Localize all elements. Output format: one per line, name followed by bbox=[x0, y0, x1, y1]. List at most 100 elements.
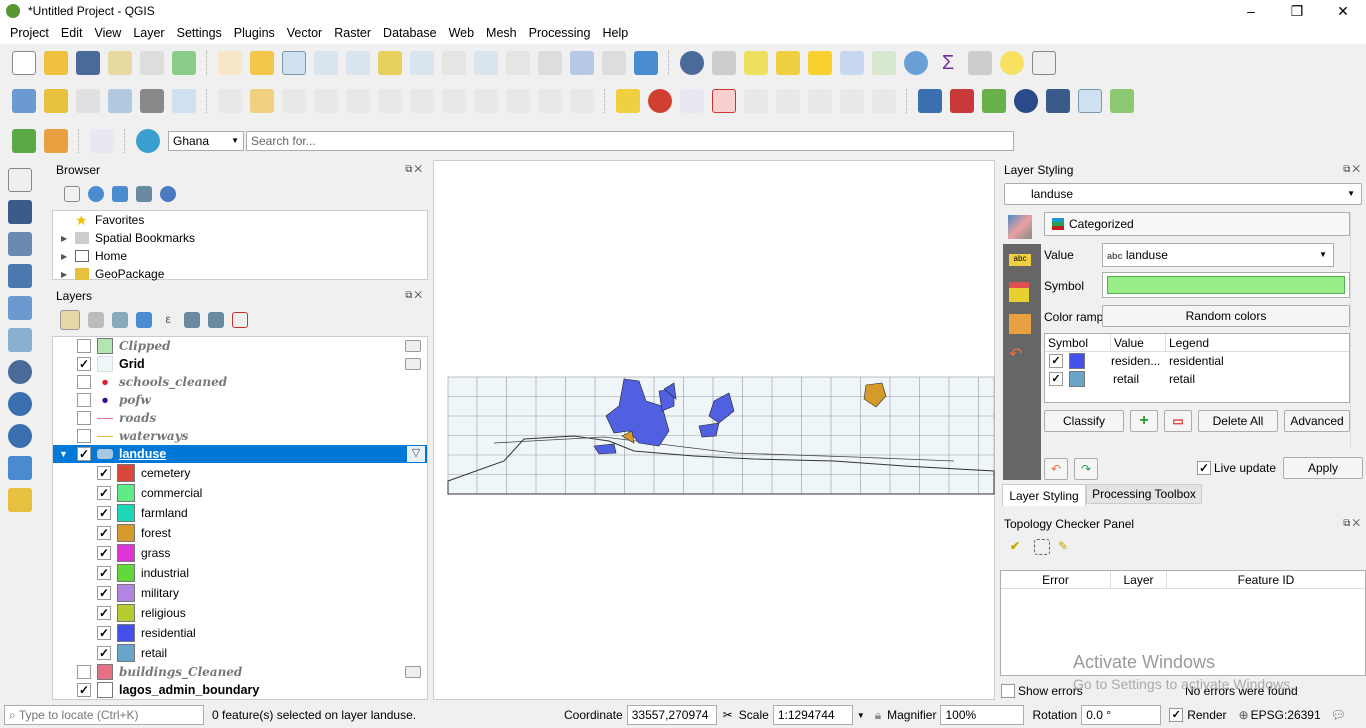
layer-item-schools-cleaned[interactable]: ● schools_cleaned bbox=[53, 373, 427, 391]
crs-button[interactable]: EPSG:26391 bbox=[1251, 708, 1321, 722]
layer-checkbox[interactable]: ✓ bbox=[77, 357, 91, 371]
filter-legend-icon[interactable] bbox=[136, 312, 152, 328]
validate-extent-icon[interactable] bbox=[1034, 539, 1050, 555]
layer-item-grid[interactable]: ✓ Grid bbox=[53, 355, 427, 373]
column-legend[interactable]: Legend bbox=[1166, 334, 1209, 351]
menu-layer[interactable]: Layer bbox=[127, 26, 170, 40]
processing-toolbox-icon[interactable] bbox=[904, 51, 928, 75]
field-calculator-icon[interactable] bbox=[872, 51, 896, 75]
rotation-field[interactable]: 0.0 ° bbox=[1081, 705, 1162, 725]
scale-dropdown-icon[interactable]: ▼ bbox=[857, 711, 865, 720]
delete-selected-icon[interactable] bbox=[410, 89, 434, 113]
symbol-button[interactable] bbox=[1102, 272, 1350, 298]
browser-item-geopackage[interactable]: ▶ GeoPackage bbox=[53, 265, 427, 283]
legend-item-retail[interactable]: ✓ retail bbox=[53, 643, 427, 663]
extents-toggle-icon[interactable]: ✂ bbox=[723, 708, 733, 722]
layer-item-roads[interactable]: roads bbox=[53, 409, 427, 427]
legend-item-forest[interactable]: ✓ forest bbox=[53, 523, 427, 543]
category-checkbox[interactable]: ✓ bbox=[97, 646, 111, 660]
category-checkbox[interactable]: ✓ bbox=[1049, 372, 1063, 386]
category-checkbox[interactable]: ✓ bbox=[97, 506, 111, 520]
validate-all-icon[interactable]: ✔ bbox=[1010, 539, 1026, 555]
delimited-text-icon[interactable] bbox=[8, 264, 32, 288]
python-console-icon[interactable] bbox=[918, 89, 942, 113]
cut-features-icon[interactable] bbox=[442, 89, 466, 113]
locator-input[interactable]: ⌕ Type to locate (Ctrl+K) bbox=[4, 705, 204, 725]
toggle-editing-icon[interactable] bbox=[250, 89, 274, 113]
deselect-icon[interactable] bbox=[808, 51, 832, 75]
legend-item-farmland[interactable]: ✓ farmland bbox=[53, 503, 427, 523]
browser-item-home[interactable]: ▶ Home bbox=[53, 247, 427, 265]
zoom-full-icon[interactable] bbox=[346, 51, 370, 75]
unpin-label-icon[interactable] bbox=[840, 89, 864, 113]
layer-checkbox[interactable] bbox=[77, 411, 91, 425]
symbology-tab-icon[interactable] bbox=[1008, 215, 1032, 239]
topology-checker-icon[interactable] bbox=[1078, 89, 1102, 113]
column-layer[interactable]: Layer bbox=[1111, 571, 1167, 588]
modify-attributes-icon[interactable] bbox=[378, 89, 402, 113]
legend-item-religious[interactable]: ✓ religious bbox=[53, 603, 427, 623]
measure-icon[interactable] bbox=[968, 51, 992, 75]
style-manager-icon[interactable] bbox=[172, 51, 196, 75]
map-canvas[interactable] bbox=[433, 160, 995, 700]
filter-icon[interactable]: ▽ bbox=[407, 446, 425, 462]
add-category-button[interactable]: + bbox=[1130, 410, 1158, 432]
country-select[interactable]: Ghana ▼ bbox=[168, 131, 244, 151]
column-value[interactable]: Value bbox=[1111, 334, 1166, 351]
maximize-button[interactable]: ❐ bbox=[1274, 0, 1320, 22]
pin-labels-icon[interactable] bbox=[680, 89, 704, 113]
new-virtual-layer-icon[interactable] bbox=[172, 89, 196, 113]
layer-checkbox[interactable] bbox=[77, 393, 91, 407]
magnifier-field[interactable]: 100% bbox=[940, 705, 1025, 725]
legend-item-residential[interactable]: ✓ residential bbox=[53, 623, 427, 643]
layout-manager-icon[interactable] bbox=[140, 51, 164, 75]
menu-mesh[interactable]: Mesh bbox=[480, 26, 523, 40]
panel-float-close-icon[interactable]: ⧉✕ bbox=[405, 164, 424, 175]
tab-layer-styling[interactable]: Layer Styling bbox=[1002, 484, 1086, 506]
remove-layer-icon[interactable] bbox=[232, 312, 248, 328]
vertical-scrollbar[interactable] bbox=[1350, 212, 1364, 448]
temporal-controller-icon[interactable] bbox=[570, 51, 594, 75]
geometry-checker-icon[interactable] bbox=[950, 89, 974, 113]
messages-icon[interactable]: 💬︎ bbox=[1331, 708, 1346, 722]
db-manager-icon[interactable] bbox=[982, 89, 1006, 113]
map-svg[interactable] bbox=[434, 161, 996, 701]
layer-checkbox[interactable]: ✓ bbox=[77, 447, 91, 461]
category-checkbox[interactable]: ✓ bbox=[1049, 354, 1063, 368]
globe-crs-icon[interactable]: ⊕ bbox=[1239, 708, 1249, 722]
new-project-icon[interactable] bbox=[12, 51, 36, 75]
layer-item-clipped[interactable]: Clipped bbox=[53, 337, 427, 355]
layer-item-lagos-admin-boundary[interactable]: ✓ lagos_admin_boundary bbox=[53, 681, 427, 699]
globe-icon[interactable] bbox=[1014, 89, 1038, 113]
category-checkbox[interactable]: ✓ bbox=[97, 626, 111, 640]
layer-checkbox[interactable] bbox=[77, 375, 91, 389]
show-errors-checkbox[interactable] bbox=[1001, 684, 1015, 698]
search-map-icon[interactable] bbox=[12, 129, 36, 153]
virtual-layer-icon[interactable] bbox=[8, 488, 32, 512]
category-checkbox[interactable]: ✓ bbox=[97, 466, 111, 480]
map-tips-icon[interactable] bbox=[1000, 51, 1024, 75]
category-checkbox[interactable]: ✓ bbox=[97, 566, 111, 580]
panel-float-close-icon[interactable]: ⧉✕ bbox=[405, 290, 424, 301]
menu-vector[interactable]: Vector bbox=[281, 26, 328, 40]
search-input[interactable]: Search for... bbox=[246, 131, 1014, 151]
menu-settings[interactable]: Settings bbox=[171, 26, 228, 40]
refresh-icon[interactable] bbox=[634, 51, 658, 75]
copy-features-icon[interactable] bbox=[474, 89, 498, 113]
menu-help[interactable]: Help bbox=[596, 26, 634, 40]
wfs-icon[interactable] bbox=[8, 456, 32, 480]
expand-all-icon[interactable] bbox=[184, 312, 200, 328]
panel-float-close-icon[interactable]: ⧉✕ bbox=[1343, 518, 1362, 529]
redo-button[interactable]: ↷ bbox=[1074, 458, 1098, 480]
plugin-icon[interactable] bbox=[1110, 89, 1134, 113]
label-abc-icon[interactable] bbox=[616, 89, 640, 113]
legend-item-cemetery[interactable]: ✓ cemetery bbox=[53, 463, 427, 483]
zoom-to-selection-icon[interactable] bbox=[378, 51, 402, 75]
attribute-table-icon[interactable] bbox=[840, 51, 864, 75]
pan-icon[interactable] bbox=[218, 51, 242, 75]
new-temp-layer-icon[interactable] bbox=[140, 89, 164, 113]
category-row[interactable]: ✓ retail retail bbox=[1045, 370, 1349, 388]
wms-icon[interactable] bbox=[8, 392, 32, 416]
layer-checkbox[interactable]: ✓ bbox=[77, 683, 91, 697]
lock-icon[interactable]: 🔒︎ bbox=[875, 708, 881, 723]
